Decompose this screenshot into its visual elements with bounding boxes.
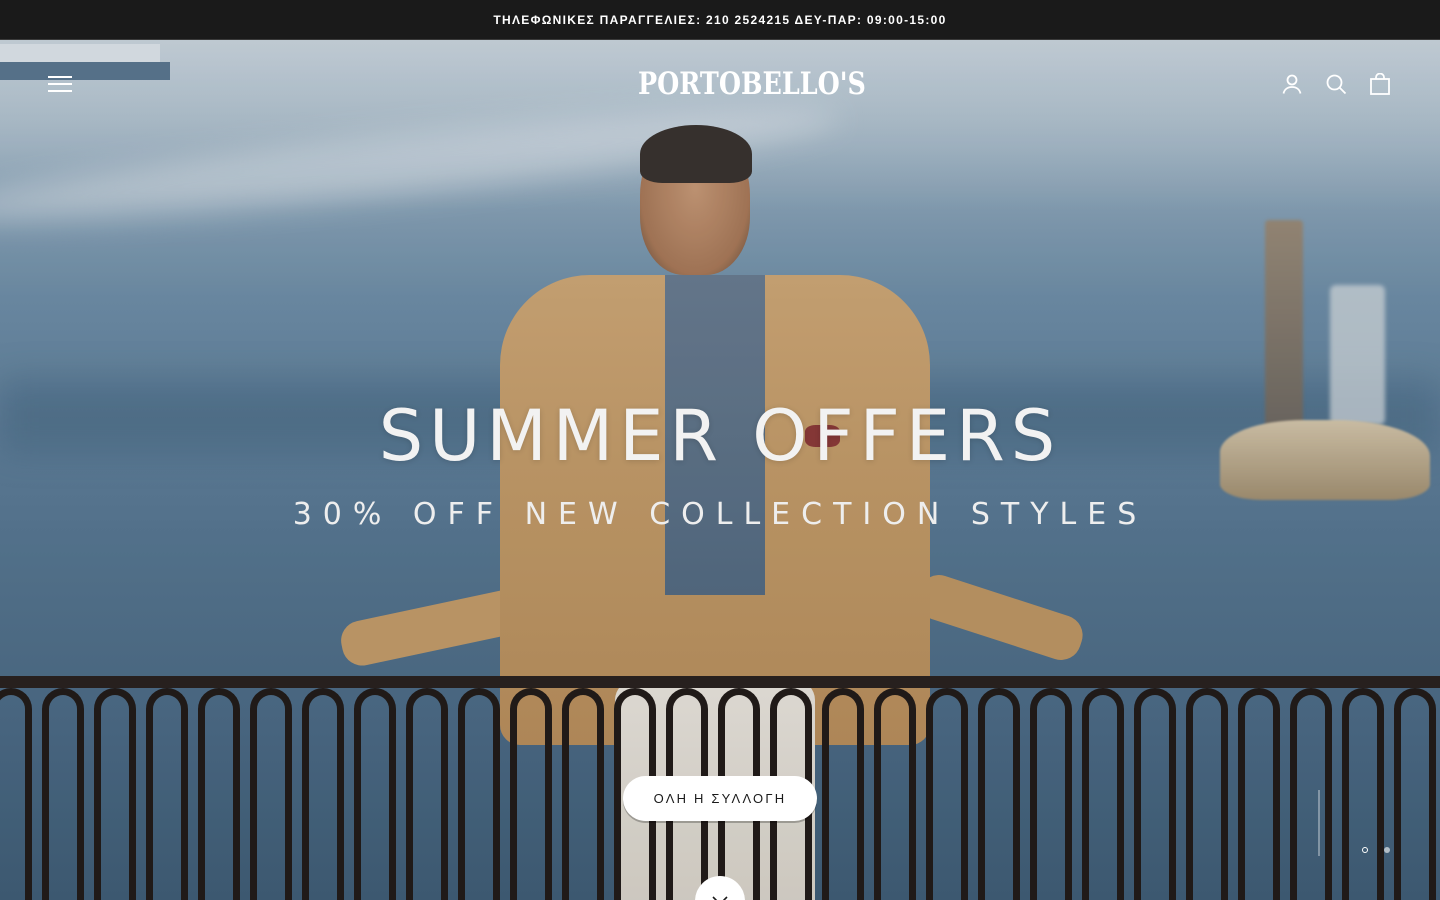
slide-progress-line (1318, 790, 1320, 856)
slide-indicators (1362, 845, 1402, 857)
user-icon[interactable] (1281, 73, 1303, 95)
hero-subheadline: 30% OFF NEW COLLECTION STYLES (292, 497, 1148, 532)
slide-dot-1[interactable] (1362, 847, 1368, 853)
chevron-down-icon (712, 896, 728, 900)
announcement-bar: ΤΗΛΕΦΩΝΙΚΕΣ ΠΑΡΑΓΓΕΛΙΕΣ: 210 2524215 ΔΕΥ… (0, 0, 1440, 40)
shopping-bag-icon[interactable] (1369, 72, 1391, 95)
site-logo[interactable]: PORTOBELLO'S (638, 66, 866, 106)
announcement-text: ΤΗΛΕΦΩΝΙΚΕΣ ΠΑΡΑΓΓΕΛΙΕΣ: 210 2524215 ΔΕΥ… (493, 12, 947, 27)
hero-headline: SUMMER OFFERS (378, 395, 1062, 477)
slide-dot-2[interactable] (1384, 847, 1390, 853)
hero-slideshow: PORTOBELLO'S SUMMER OFFERS 30% OFF NEW C… (0, 40, 1440, 900)
search-icon[interactable] (1325, 73, 1347, 95)
menu-icon[interactable] (48, 76, 72, 92)
shop-collection-button[interactable]: ΟΛΗ Η ΣΥΛΛΟΓΗ (623, 776, 817, 821)
